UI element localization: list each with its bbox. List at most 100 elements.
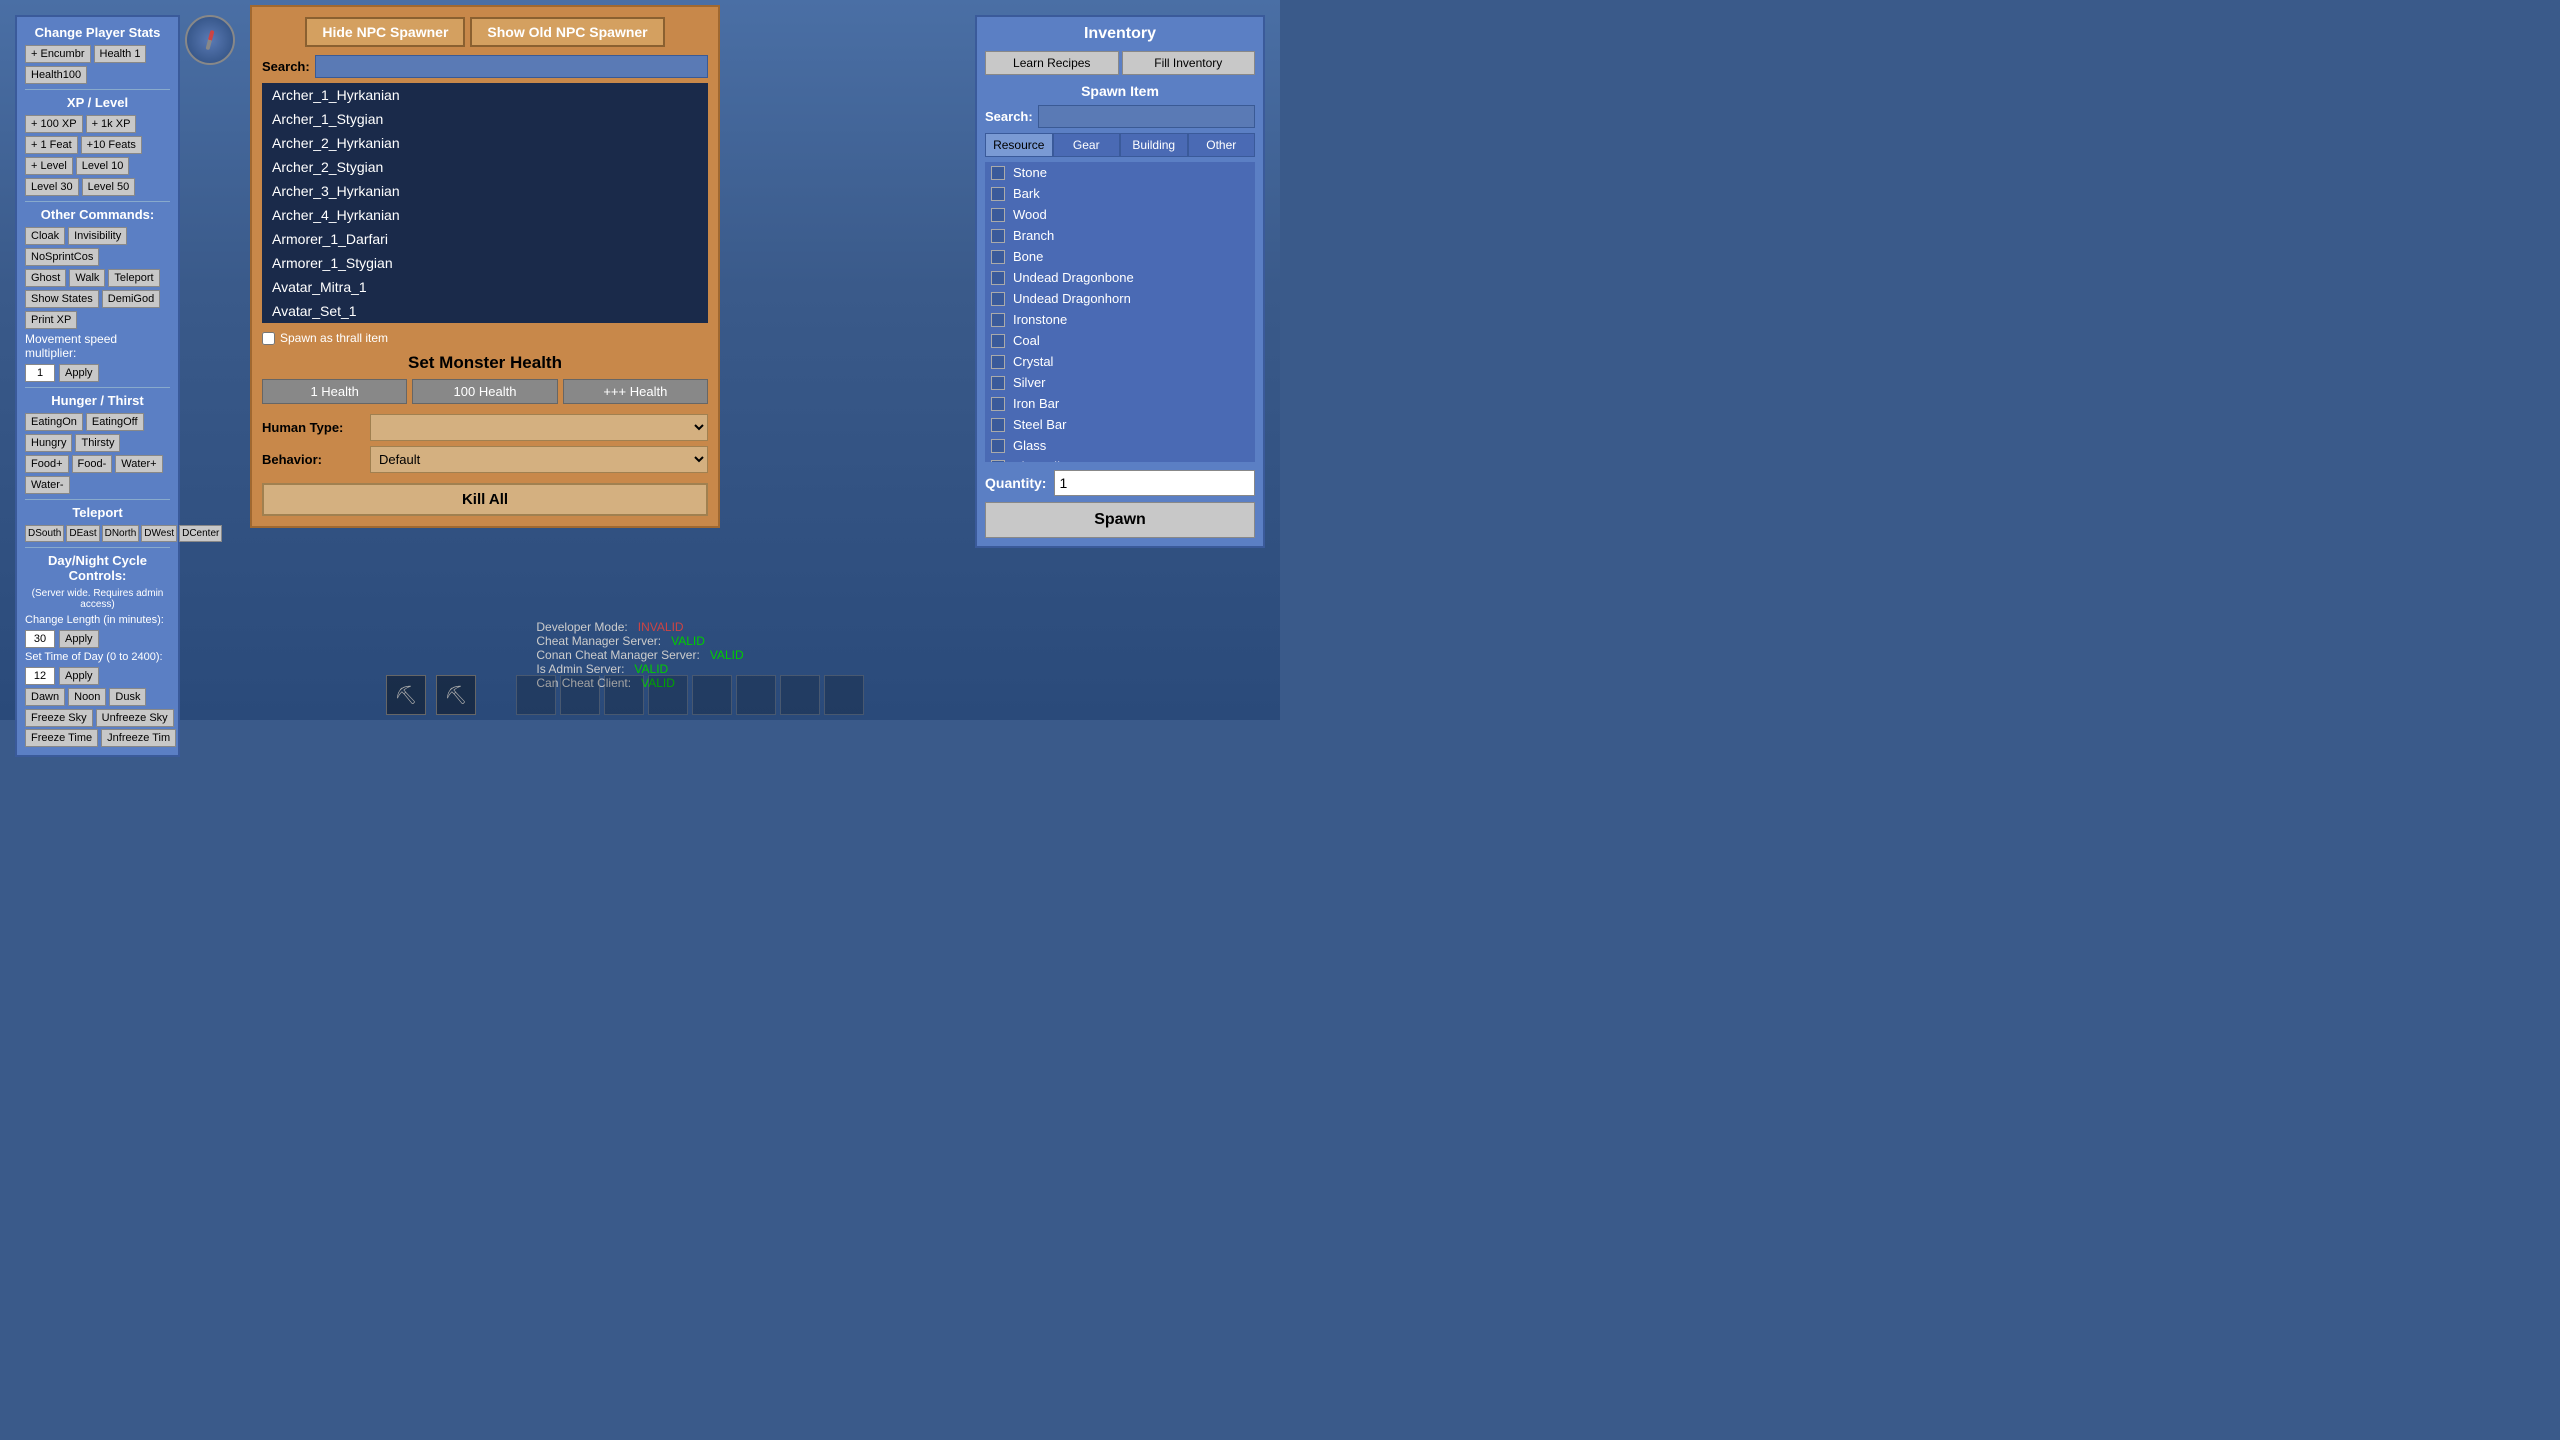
list-item[interactable]: Coal bbox=[985, 330, 1255, 351]
unfreeze-sky-button[interactable]: Unfreeze Sky bbox=[96, 709, 174, 727]
tab-resource[interactable]: Resource bbox=[985, 133, 1053, 157]
spawn-thrall-checkbox[interactable] bbox=[262, 332, 275, 345]
list-item[interactable]: Silver bbox=[985, 372, 1255, 393]
freeze-sky-button[interactable]: Freeze Sky bbox=[25, 709, 93, 727]
health-plus-button[interactable]: +++ Health bbox=[563, 379, 708, 404]
change-length-input[interactable] bbox=[25, 630, 55, 648]
waterminus-button[interactable]: Water- bbox=[25, 476, 70, 494]
health-1-button[interactable]: 1 Health bbox=[262, 379, 407, 404]
movement-input[interactable] bbox=[25, 364, 55, 382]
list-item[interactable]: Stone bbox=[985, 162, 1255, 183]
list-item[interactable]: Archer_1_Stygian bbox=[262, 107, 708, 131]
human-type-select[interactable] bbox=[370, 414, 708, 441]
foodplus-button[interactable]: Food+ bbox=[25, 455, 69, 473]
list-item[interactable]: Wood bbox=[985, 204, 1255, 225]
list-item[interactable]: Crystal bbox=[985, 351, 1255, 372]
show-old-npc-spawner-button[interactable]: Show Old NPC Spawner bbox=[470, 17, 664, 47]
dusk-button[interactable]: Dusk bbox=[109, 688, 146, 706]
eatingon-button[interactable]: EatingOn bbox=[25, 413, 83, 431]
movement-apply-button[interactable]: Apply bbox=[59, 364, 99, 382]
hide-npc-spawner-button[interactable]: Hide NPC Spawner bbox=[305, 17, 465, 47]
tab-other[interactable]: Other bbox=[1188, 133, 1256, 157]
fill-inventory-button[interactable]: Fill Inventory bbox=[1122, 51, 1256, 75]
kill-all-button[interactable]: Kill All bbox=[262, 483, 708, 516]
waterplus-button[interactable]: Water+ bbox=[115, 455, 162, 473]
thirsty-button[interactable]: Thirsty bbox=[75, 434, 120, 452]
level50-button[interactable]: Level 50 bbox=[82, 178, 136, 196]
change-length-apply-button[interactable]: Apply bbox=[59, 630, 99, 648]
learn-recipes-button[interactable]: Learn Recipes bbox=[985, 51, 1119, 75]
quantity-input[interactable] bbox=[1054, 470, 1255, 496]
hungry-button[interactable]: Hungry bbox=[25, 434, 72, 452]
demigod-button[interactable]: DemiGod bbox=[102, 290, 160, 308]
list-item[interactable]: Archer_4_Hyrkanian bbox=[262, 203, 708, 227]
teleport-button[interactable]: Teleport bbox=[108, 269, 159, 287]
toolbar-slot-7[interactable] bbox=[692, 675, 732, 715]
noon-button[interactable]: Noon bbox=[68, 688, 106, 706]
list-item[interactable]: Plant Fiber bbox=[985, 456, 1255, 462]
toolbar-slot-8[interactable] bbox=[736, 675, 776, 715]
toolbar-slot-0[interactable] bbox=[824, 675, 864, 715]
toolbar-slot-2[interactable]: ⛏ bbox=[436, 675, 476, 715]
list-item[interactable]: Archer_3_Hyrkanian bbox=[262, 179, 708, 203]
foodminus-button[interactable]: Food- bbox=[72, 455, 113, 473]
list-item[interactable]: Steel Bar bbox=[985, 414, 1255, 435]
pluslevel-button[interactable]: + Level bbox=[25, 157, 73, 175]
encumbr-button[interactable]: + Encumbr bbox=[25, 45, 91, 63]
eatingoff-button[interactable]: EatingOff bbox=[86, 413, 144, 431]
dcenter-button[interactable]: DCenter bbox=[179, 525, 222, 542]
plus10feats-button[interactable]: +10 Feats bbox=[81, 136, 142, 154]
list-item[interactable]: Undead Dragonbone bbox=[985, 267, 1255, 288]
health100-button[interactable]: Health100 bbox=[25, 66, 87, 84]
toolbar-slot-1[interactable]: ⛏ bbox=[386, 675, 426, 715]
list-item[interactable]: Iron Bar bbox=[985, 393, 1255, 414]
walk-button[interactable]: Walk bbox=[69, 269, 105, 287]
list-item[interactable]: Archer_2_Hyrkanian bbox=[262, 131, 708, 155]
list-item[interactable]: Undead Dragonhorn bbox=[985, 288, 1255, 309]
ghost-button[interactable]: Ghost bbox=[25, 269, 66, 287]
inv-search-input[interactable] bbox=[1038, 105, 1255, 128]
showstates-button[interactable]: Show States bbox=[25, 290, 99, 308]
toolbar-slot-5[interactable] bbox=[604, 675, 644, 715]
toolbar-slot-6[interactable] bbox=[648, 675, 688, 715]
nosprintcos-button[interactable]: NoSprintCos bbox=[25, 248, 99, 266]
freeze-time-button[interactable]: Freeze Time bbox=[25, 729, 98, 747]
list-item[interactable]: Archer_1_Hyrkanian bbox=[262, 83, 708, 107]
invisibility-button[interactable]: Invisibility bbox=[68, 227, 127, 245]
spawn-button[interactable]: Spawn bbox=[985, 502, 1255, 538]
dnorth-button[interactable]: DNorth bbox=[102, 525, 140, 542]
tab-building[interactable]: Building bbox=[1120, 133, 1188, 157]
set-time-apply-button[interactable]: Apply bbox=[59, 667, 99, 685]
tab-gear[interactable]: Gear bbox=[1053, 133, 1121, 157]
printxp-button[interactable]: Print XP bbox=[25, 311, 77, 329]
list-item[interactable]: Glass bbox=[985, 435, 1255, 456]
list-item[interactable]: Bark bbox=[985, 183, 1255, 204]
level10-button[interactable]: Level 10 bbox=[76, 157, 130, 175]
cloak-button[interactable]: Cloak bbox=[25, 227, 65, 245]
health-100-button[interactable]: 100 Health bbox=[412, 379, 557, 404]
npc-search-input[interactable] bbox=[315, 55, 708, 78]
list-item[interactable]: Armorer_1_Stygian bbox=[262, 251, 708, 275]
list-item[interactable]: Avatar_Set_1 bbox=[262, 299, 708, 323]
health1-button[interactable]: Health 1 bbox=[94, 45, 147, 63]
plus1feat-button[interactable]: + 1 Feat bbox=[25, 136, 78, 154]
list-item[interactable]: Bone bbox=[985, 246, 1255, 267]
dsouth-button[interactable]: DSouth bbox=[25, 525, 64, 542]
list-item[interactable]: Archer_2_Stygian bbox=[262, 155, 708, 179]
list-item[interactable]: Branch bbox=[985, 225, 1255, 246]
dwest-button[interactable]: DWest bbox=[141, 525, 177, 542]
toolbar-slot-4[interactable] bbox=[560, 675, 600, 715]
list-item[interactable]: Ironstone bbox=[985, 309, 1255, 330]
level30-button[interactable]: Level 30 bbox=[25, 178, 79, 196]
jnfreeze-time-button[interactable]: Jnfreeze Tim bbox=[101, 729, 176, 747]
deast-button[interactable]: DEast bbox=[66, 525, 99, 542]
plus1kxp-button[interactable]: + 1k XP bbox=[86, 115, 137, 133]
behavior-select[interactable]: Default bbox=[370, 446, 708, 473]
plus100xp-button[interactable]: + 100 XP bbox=[25, 115, 83, 133]
dawn-button[interactable]: Dawn bbox=[25, 688, 65, 706]
toolbar-slot-9[interactable] bbox=[780, 675, 820, 715]
toolbar-slot-3[interactable] bbox=[516, 675, 556, 715]
list-item[interactable]: Avatar_Mitra_1 bbox=[262, 275, 708, 299]
set-time-input[interactable] bbox=[25, 667, 55, 685]
list-item[interactable]: Armorer_1_Darfari bbox=[262, 227, 708, 251]
